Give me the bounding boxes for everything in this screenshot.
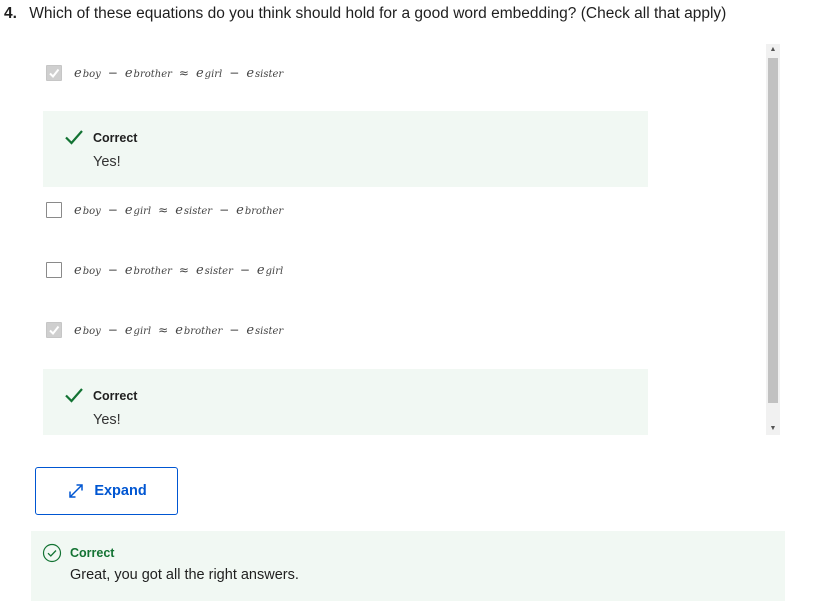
checkbox-unchecked[interactable] — [46, 262, 62, 278]
expand-button-label: Expand — [94, 483, 147, 499]
scroll-down-arrow-icon[interactable]: ▼ — [766, 423, 780, 435]
answer-scroll-area[interactable]: e boy − e brother ≈ e girl − e sister Correc… — [35, 44, 780, 435]
check-icon — [65, 388, 83, 403]
checkmark-icon — [49, 68, 60, 79]
feedback-text: Yes! — [93, 412, 121, 428]
checkmark-icon — [49, 325, 60, 336]
question-header: 4. Which of these equations do you think… — [4, 5, 726, 23]
option-4-feedback: Correct Yes! — [43, 369, 648, 435]
option-3[interactable]: e boy − e brother ≈ e sister − e girl — [46, 260, 283, 280]
checkbox-checked[interactable] — [46, 322, 62, 338]
equation-1: e boy − e brother ≈ e girl − e sister — [74, 65, 284, 81]
feedback-text: Yes! — [93, 154, 121, 170]
scroll-up-arrow-icon[interactable]: ▲ — [766, 44, 780, 56]
vertical-scrollbar[interactable]: ▲ ▼ — [766, 44, 780, 435]
scrollbar-thumb[interactable] — [768, 58, 778, 403]
expand-arrows-icon — [69, 484, 84, 498]
checkbox-unchecked[interactable] — [46, 202, 62, 218]
overall-feedback-text: Great, you got all the right answers. — [70, 567, 299, 583]
question-number: 4. — [4, 5, 17, 22]
equation-3: e boy − e brother ≈ e sister − e girl — [74, 262, 284, 278]
check-icon — [65, 130, 83, 145]
option-1[interactable]: e boy − e brother ≈ e girl − e sister — [46, 63, 283, 83]
check-circle-icon — [42, 543, 62, 563]
overall-feedback-title: Correct — [70, 546, 115, 560]
option-1-feedback: Correct Yes! — [43, 111, 648, 187]
option-2[interactable]: e boy − e girl ≈ e sister − e brother — [46, 200, 283, 220]
overall-feedback: Correct Great, you got all the right ans… — [31, 531, 785, 601]
feedback-title: Correct — [93, 131, 138, 145]
option-4[interactable]: e boy − e girl ≈ e brother − e sister — [46, 320, 283, 340]
equation-4: e boy − e girl ≈ e brother − e sister — [74, 322, 284, 338]
feedback-title: Correct — [93, 389, 138, 403]
question-text: Which of these equations do you think sh… — [29, 5, 727, 22]
equation-2: e boy − e girl ≈ e sister − e brother — [74, 202, 284, 218]
expand-button[interactable]: Expand — [35, 467, 178, 515]
checkbox-checked[interactable] — [46, 65, 62, 81]
